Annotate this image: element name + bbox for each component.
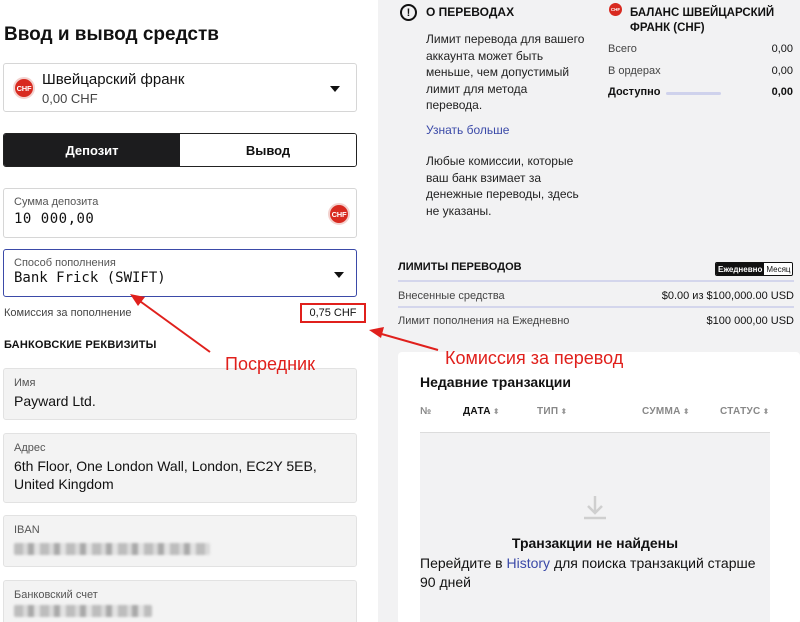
tab-deposit[interactable]: Депозит [4,134,180,166]
bank-name-value[interactable]: Payward Ltd. [14,392,96,410]
column-status-label: СТАТУС [720,406,761,417]
deposit-method-label: Способ пополнения [14,257,116,269]
deposit-fee-label: Комиссия за пополнение [4,307,132,319]
balance-title: БАЛАНС ШВЕЙЦАРСКИЙ ФРАНК (CHF) [630,7,775,34]
deposit-panel: Ввод и вывод средств CHF Швейцарский фра… [0,0,378,622]
balance-total-label: Всего [608,43,637,55]
recent-transactions-title: Недавние транзакции [420,374,571,390]
download-icon [584,496,606,520]
balance-total-value: 0,00 [771,43,793,55]
column-number: № [420,406,432,417]
sort-icon: ⬍ [682,407,690,416]
sort-icon: ⬍ [492,407,500,416]
deposited-funds-value: $0.00 из $100,000.00 USD [661,290,794,302]
info-icon: ! [400,4,417,21]
page-title: Ввод и вывод средств [4,24,219,45]
deposit-amount-label: Сумма депозита [14,196,99,208]
deposited-progress-bar [398,306,794,308]
empty-state-prefix: Перейдите в [420,555,507,571]
transfers-info-title: О ПЕРЕВОДАХ [426,5,515,19]
bank-account-label: Банковский счет [14,589,98,601]
limit-period-toggle: Ежедневно Месяц [715,262,794,276]
annotation-transfer-fee: Комиссия за перевод [445,348,624,368]
deposit-amount-field[interactable]: Сумма депозита 10 000,00 CHF [3,188,357,238]
chevron-down-icon [334,272,344,278]
chf-currency-icon: CHF [609,3,622,16]
balance-orders-value: 0,00 [771,65,793,77]
bank-address-value[interactable]: 6th Floor, One London Wall, London, EC2Y… [14,457,344,493]
transfers-info-text: Лимит перевода для вашего аккаунта может… [426,32,585,112]
currency-balance: 0,00 CHF [42,91,98,106]
bank-address-label: Адрес [14,442,46,454]
redacted-account [14,605,152,617]
balance-total-row: Всего 0,00 [608,43,793,55]
deposit-fee-value: 0,75 CHF [300,303,366,323]
bank-fees-note: Любые комиссии, которые ваш банк взимает… [426,154,579,218]
deposit-method-value: Bank Frick (SWIFT) [14,270,166,286]
column-date[interactable]: ДАТА ⬍ [463,406,500,417]
deposit-amount-value[interactable]: 10 000,00 [14,211,94,227]
deposit-limit-value: $100 000,00 USD [706,315,794,327]
balance-available-bar [666,92,721,95]
bank-name-label: Имя [14,377,36,389]
recent-transactions-card: Недавние транзакции № ДАТА ⬍ ТИП ⬍ СУММА ⬍ … [398,352,800,622]
period-monthly-option[interactable]: Месяц [764,263,793,275]
deposit-withdraw-tabs: Депозит Вывод [3,133,357,167]
chf-currency-icon: CHF [328,203,350,225]
limits-divider [398,280,794,282]
column-amount-label: СУММА [642,406,681,417]
redacted-iban [14,543,210,555]
balance-available-value: 0,00 [771,86,793,98]
period-daily-option[interactable]: Ежедневно [716,263,765,275]
deposited-funds-row: Внесенные средства $0.00 из $100,000.00 … [398,290,794,302]
balance-available-row: Доступно 0,00 [608,86,793,98]
history-link[interactable]: History [507,555,551,571]
bank-iban-field: IBAN [3,515,357,567]
column-date-label: ДАТА [463,406,491,417]
currency-select[interactable]: CHF Швейцарский франк 0,00 CHF [3,63,357,112]
tab-withdraw[interactable]: Вывод [180,134,356,166]
sort-icon: ⬍ [560,407,568,416]
deposit-method-select[interactable]: Способ пополнения Bank Frick (SWIFT) [3,249,357,297]
annotation-intermediary: Посредник [225,354,315,374]
column-amount[interactable]: СУММА ⬍ [642,406,690,417]
learn-more-link[interactable]: Узнать больше [426,123,509,137]
bank-name-field: Имя Payward Ltd. [3,368,357,420]
chevron-down-icon [330,86,340,92]
deposit-limit-label: Лимит пополнения на Ежедневно [398,315,570,327]
empty-state-title: Транзакции не найдены [511,535,679,551]
bank-details-title: БАНКОВСКИЕ РЕКВИЗИТЫ [4,339,157,351]
sort-icon: ⬍ [762,407,770,416]
info-panel: ! О ПЕРЕВОДАХ Лимит перевода для вашего … [378,0,800,622]
bank-address-field: Адрес 6th Floor, One London Wall, London… [3,433,357,503]
transfer-limits-title: ЛИМИТЫ ПЕРЕВОДОВ [398,261,522,273]
balance-available-label: Доступно [608,86,661,98]
balance-orders-row: В ордерах 0,00 [608,65,793,77]
column-status[interactable]: СТАТУС ⬍ [720,406,770,417]
column-type-label: ТИП [537,406,559,417]
column-type[interactable]: ТИП ⬍ [537,406,567,417]
empty-state: Транзакции не найдены Перейдите в Histor… [420,433,770,622]
balance-orders-label: В ордерах [608,65,661,77]
currency-name: Швейцарский франк [42,71,185,88]
deposited-funds-label: Внесенные средства [398,290,505,302]
deposit-limit-row: Лимит пополнения на Ежедневно $100 000,0… [398,315,794,327]
bank-account-field: Банковский счет [3,580,357,622]
empty-state-text: Перейдите в History для поиска транзакци… [420,554,770,592]
chf-currency-icon: CHF [13,77,35,99]
bank-iban-label: IBAN [14,524,40,536]
